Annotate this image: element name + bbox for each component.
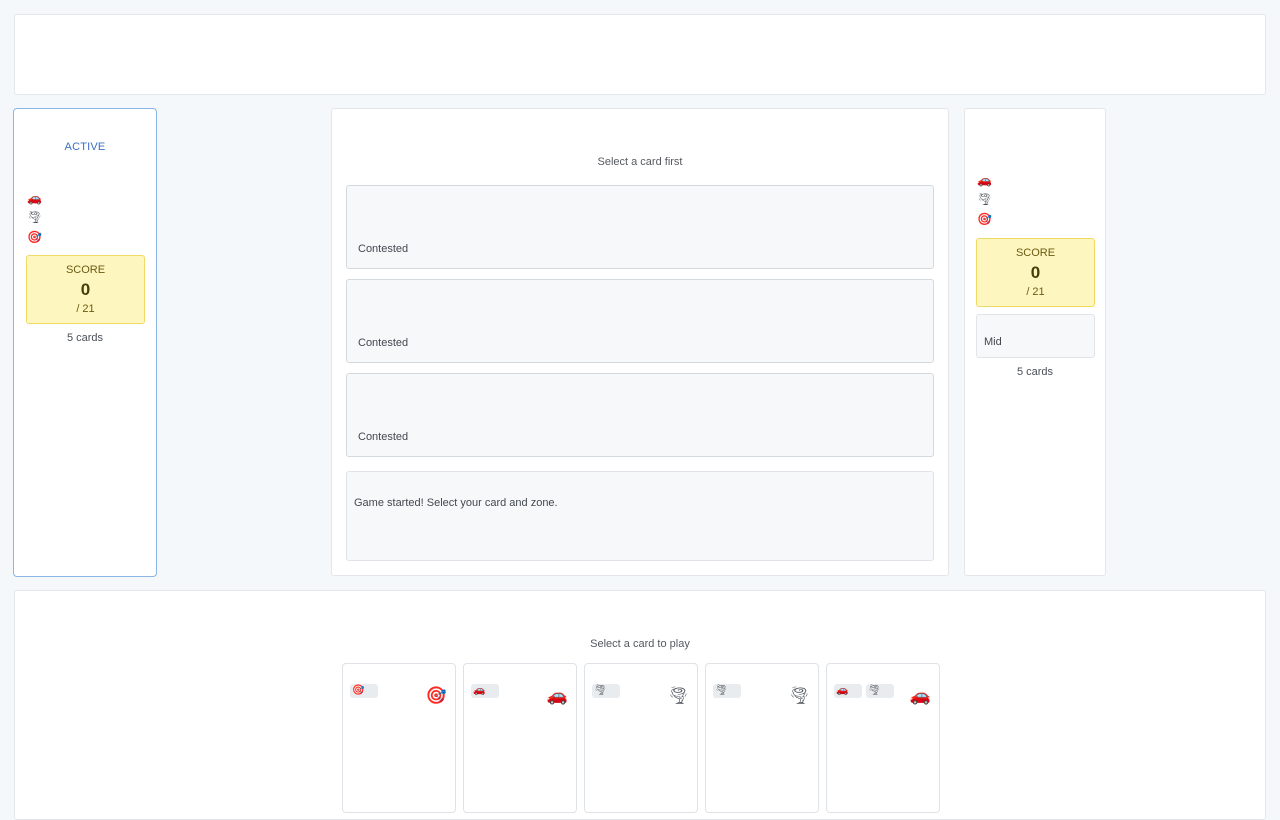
card-chip: 🎯: [350, 684, 378, 698]
game-board: Select a card first Contested Contested …: [331, 108, 949, 576]
card-chip: 🌪: [866, 684, 894, 698]
opponent-panel: 🚗 🌪 🎯 SCORE 0 / 21 Mid 5 cards: [964, 108, 1106, 576]
opponent-cards-count: 5 cards: [1016, 366, 1054, 378]
card-chip: 🌪: [592, 684, 620, 698]
active-badge: ACTIVE: [64, 141, 106, 153]
tornado-icon: 🌪: [715, 685, 728, 696]
hand-hint: Select a card to play: [590, 638, 690, 650]
score-label: SCORE: [1015, 247, 1056, 259]
zone-1[interactable]: Contested: [346, 185, 934, 269]
board-hint: Select a card first: [597, 156, 683, 168]
car-icon: 🚗: [909, 686, 931, 705]
car-icon: 🚗: [27, 191, 42, 205]
zone-status: Contested: [358, 431, 409, 443]
target-icon: 🎯: [977, 212, 992, 226]
log-line: Game started! Select your card and zone.: [354, 497, 558, 509]
opponent-strategy: Mid: [976, 314, 1095, 358]
target-icon: 🎯: [425, 686, 447, 705]
player-score-box: SCORE 0 / 21: [26, 255, 145, 324]
hand-card[interactable]: 🎯 🎯: [342, 663, 456, 813]
score-value: 0: [80, 280, 91, 299]
player-panel: ACTIVE 🚗 🌪 🎯 SCORE 0 / 21 5 cards: [13, 108, 157, 577]
zone-status: Contested: [358, 243, 409, 255]
top-bar: [14, 14, 1266, 95]
tornado-icon: 🌪: [868, 685, 881, 696]
player-cards-count: 5 cards: [66, 332, 104, 344]
car-icon: 🚗: [546, 686, 568, 705]
score-value: 0: [1030, 263, 1041, 282]
zone-status: Contested: [358, 337, 409, 349]
card-chip: 🚗: [834, 684, 862, 698]
zone-3[interactable]: Contested: [346, 373, 934, 457]
car-icon: 🚗: [836, 685, 849, 696]
score-label: SCORE: [65, 264, 106, 276]
score-max: / 21: [76, 303, 95, 315]
hand-card[interactable]: 🚗 🚗: [463, 663, 577, 813]
tornado-icon: 🌪: [977, 192, 993, 206]
target-icon: 🎯: [27, 230, 42, 244]
zone-2[interactable]: Contested: [346, 279, 934, 363]
card-chip: 🌪: [713, 684, 741, 698]
opponent-score-box: SCORE 0 / 21: [976, 238, 1095, 307]
tornado-icon: 🌪: [667, 686, 689, 705]
hand-panel: Select a card to play 🎯 🎯 🚗 🚗 🌪 🌪 🌪 🌪 🚗 …: [14, 590, 1266, 820]
tornado-icon: 🌪: [788, 686, 810, 705]
hand-card[interactable]: 🌪 🌪: [705, 663, 819, 813]
game-log: Game started! Select your card and zone.: [346, 471, 934, 561]
tornado-icon: 🌪: [27, 210, 43, 224]
strategy-value: Mid: [984, 336, 1002, 348]
card-chip: 🚗: [471, 684, 499, 698]
hand-card[interactable]: 🚗 🌪 🚗: [826, 663, 940, 813]
car-icon: 🚗: [977, 173, 992, 187]
tornado-icon: 🌪: [594, 685, 607, 696]
car-icon: 🚗: [473, 685, 486, 696]
score-max: / 21: [1026, 286, 1045, 298]
target-icon: 🎯: [352, 685, 365, 696]
hand-card[interactable]: 🌪 🌪: [584, 663, 698, 813]
